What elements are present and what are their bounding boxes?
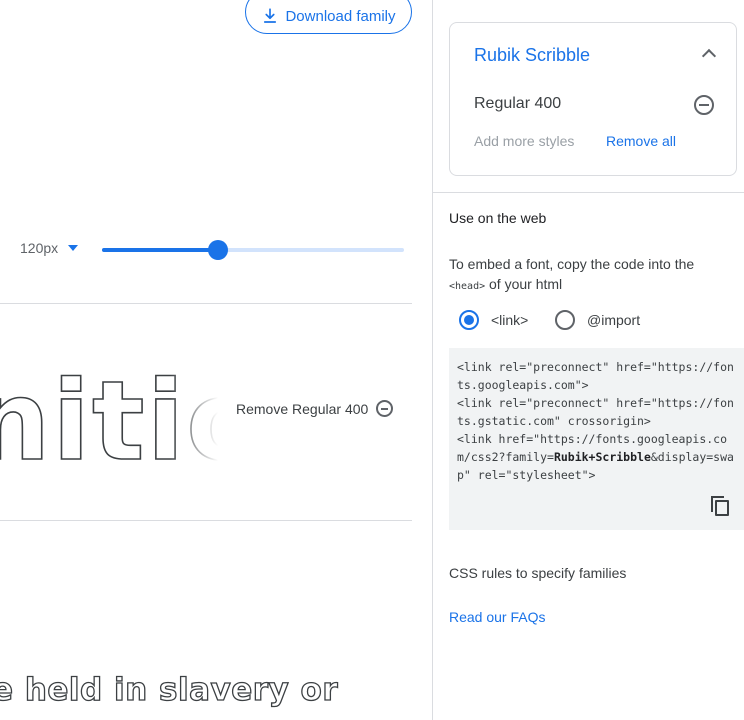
add-more-styles-link[interactable]: Add more styles [474, 133, 574, 149]
embed-description: To embed a font, copy the code into the … [449, 254, 719, 297]
remove-style-button[interactable] [694, 95, 714, 115]
remove-circle-icon [694, 95, 714, 115]
chevron-up-icon[interactable] [701, 48, 717, 64]
remove-circle-icon [376, 400, 394, 417]
font-preview-pane: Download family 120px nitio Remove Regul… [0, 0, 432, 720]
embed-code-block[interactable]: <link rel="preconnect" href="https://fon… [449, 348, 744, 530]
download-family-button[interactable]: Download family [245, 0, 412, 34]
copy-icon[interactable] [711, 496, 729, 516]
style-name: Regular 400 [474, 95, 562, 112]
css-rules-heading: CSS rules to specify families [449, 565, 627, 581]
remove-regular-400-button[interactable]: Remove Regular 400 [236, 400, 394, 417]
font-size-select[interactable]: 120px [20, 240, 79, 256]
radio-unselected-icon[interactable] [555, 310, 575, 330]
radio-import-option[interactable]: @import [555, 310, 640, 330]
code-text: <link rel="preconnect" href="https://fon… [457, 360, 734, 464]
slider-thumb[interactable] [208, 240, 229, 260]
download-family-label: Download family [285, 7, 396, 25]
head-tag-code: <head> [449, 281, 486, 292]
remove-all-button[interactable]: Remove all [606, 133, 676, 149]
radio-link-option[interactable]: <link> [459, 310, 528, 330]
caret-down-icon [68, 245, 79, 251]
font-sample-text: e held in slavery or [0, 671, 339, 708]
selected-family-panel: Rubik Scribble Regular 400 Add more styl… [432, 0, 744, 720]
font-size-slider[interactable] [102, 240, 404, 260]
radio-selected-icon[interactable] [459, 310, 479, 330]
embed-code: <link rel="preconnect" href="https://fon… [457, 358, 737, 484]
read-faqs-link[interactable]: Read our FAQs [449, 609, 546, 625]
embed-desc-suffix: of your html [489, 276, 563, 292]
preview-fade [170, 356, 218, 486]
radio-link-label: <link> [491, 312, 529, 328]
family-card: Rubik Scribble Regular 400 Add more styl… [449, 22, 737, 176]
radio-import-label: @import [587, 312, 641, 328]
slider-fill [102, 248, 219, 252]
download-icon [264, 8, 277, 23]
font-size-value: 120px [20, 240, 59, 256]
divider [433, 192, 744, 193]
code-family-name: Rubik+Scribble [553, 450, 651, 464]
divider [0, 520, 412, 521]
family-name-link[interactable]: Rubik Scribble [474, 45, 590, 66]
use-on-web-heading: Use on the web [449, 210, 547, 226]
divider [0, 303, 412, 304]
remove-style-label: Remove Regular 400 [236, 400, 369, 417]
embed-desc-prefix: To embed a font, copy the code into the [449, 256, 695, 272]
